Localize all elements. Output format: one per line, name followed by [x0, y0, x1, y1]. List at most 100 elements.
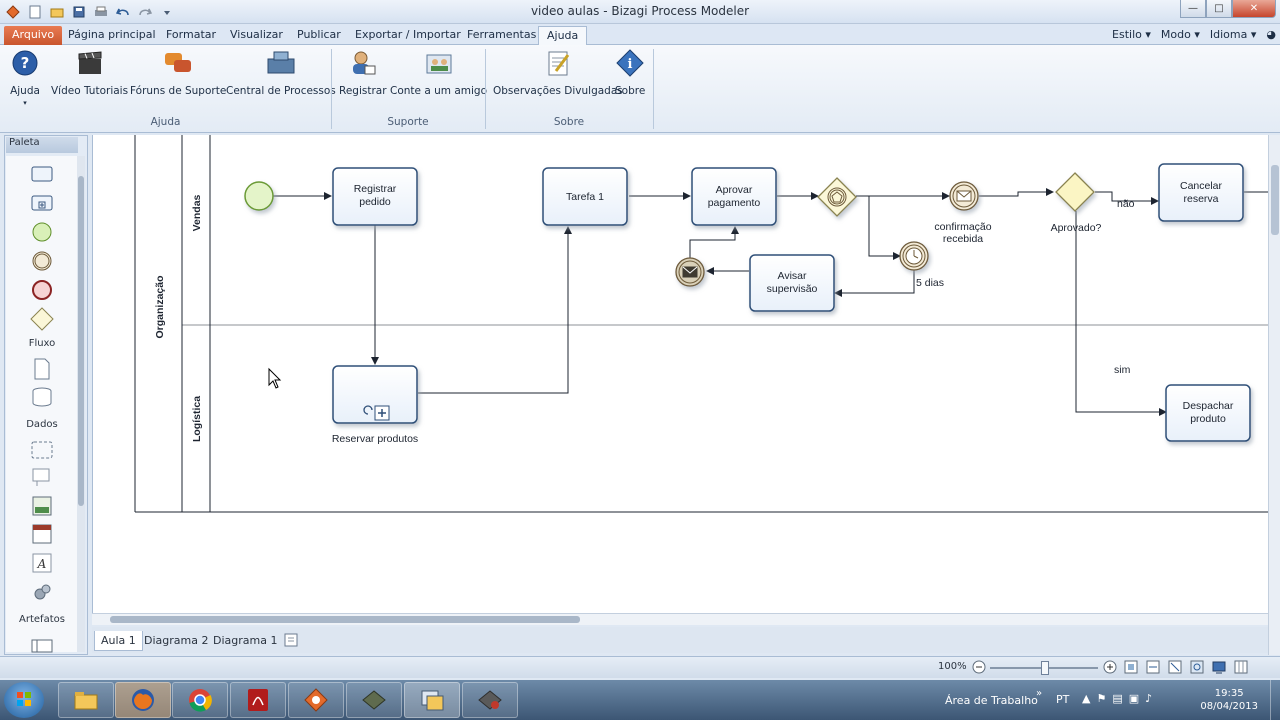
system-clock[interactable]: 19:35 08/04/2013	[1200, 687, 1258, 713]
show-desktop-button[interactable]	[1270, 680, 1280, 720]
start-event[interactable]	[244, 181, 274, 211]
toolbar-expand-icon[interactable]: »	[1036, 688, 1042, 699]
swimlane-shape-icon[interactable]	[30, 634, 54, 658]
svg-text:A: A	[37, 557, 47, 571]
tell-friend-button[interactable]: Conte a um amigo	[390, 49, 487, 97]
lane-label-vendas: Vendas	[191, 194, 203, 231]
language-indicator[interactable]: PT	[1056, 693, 1069, 706]
timer-event[interactable]: 5 dias	[899, 241, 944, 289]
subprocess-shape-icon[interactable]	[30, 191, 54, 215]
help-button[interactable]: ? Ajuda ▾	[10, 49, 40, 107]
tab-pagina-principal[interactable]: Página principal	[60, 26, 164, 45]
release-notes-button[interactable]: Observações Divulgadas	[493, 49, 623, 97]
tab-diagrama-1[interactable]: Diagrama 1	[207, 631, 283, 651]
canvas-horizontal-scrollbar[interactable]	[92, 613, 1268, 625]
tab-formatar[interactable]: Formatar	[158, 26, 224, 45]
windows-taskbar: Área de Trabalho » PT ▲ ⚑ ▤ ▣ ♪ 19:35 08…	[0, 680, 1280, 720]
tray-arrow-icon[interactable]: ▲	[1082, 692, 1090, 705]
zoom-selection-icon[interactable]	[1190, 660, 1204, 674]
annotation-shape-icon[interactable]	[30, 465, 54, 489]
diagram-canvas[interactable]: Organização Vendas Logística Registrar p…	[92, 135, 1268, 613]
start-event-icon[interactable]	[30, 220, 54, 244]
process-central-button[interactable]: Central de Processos	[226, 49, 336, 97]
task-shape-icon[interactable]	[30, 162, 54, 186]
zoom-in-icon[interactable]	[1103, 660, 1117, 677]
flow-message-aprovar[interactable]	[689, 226, 739, 258]
zoom-slider-thumb[interactable]	[1041, 661, 1049, 675]
intermediate-event-icon[interactable]	[30, 249, 54, 273]
about-button[interactable]: i Sobre	[615, 49, 645, 97]
image-shape-icon[interactable]	[30, 494, 54, 518]
tab-arquivo[interactable]: Arquivo	[4, 26, 63, 45]
gateway-shape-icon[interactable]	[30, 307, 54, 331]
flow-reservar-tarefa1[interactable]	[418, 226, 572, 394]
idioma-menu[interactable]: Idioma ▾	[1210, 28, 1257, 41]
chrome-taskbar-button[interactable]	[172, 682, 228, 718]
tab-publicar[interactable]: Publicar	[289, 26, 349, 45]
fit-width-icon[interactable]	[1146, 660, 1160, 674]
maximize-button[interactable]: □	[1206, 0, 1232, 18]
exclusive-gateway-aprovado[interactable]: Aprovado?	[1051, 172, 1102, 234]
data-object-icon[interactable]	[30, 357, 54, 381]
start-button[interactable]	[4, 682, 44, 718]
video-tutorials-button[interactable]: Vídeo Tutoriais	[51, 49, 128, 97]
active-window-taskbar-button[interactable]	[404, 682, 460, 718]
tab-ajuda[interactable]: Ajuda	[538, 26, 588, 45]
bizagi-taskbar-button[interactable]	[288, 682, 344, 718]
acrobat-taskbar-button[interactable]	[230, 682, 286, 718]
flag-icon[interactable]: ⚑	[1096, 692, 1106, 705]
group-shape-icon[interactable]	[30, 438, 54, 462]
data-store-icon[interactable]	[30, 385, 54, 409]
window-title: video aulas - Bizagi Process Modeler	[530, 4, 750, 18]
zoom-out-icon[interactable]	[972, 660, 986, 677]
flow-timer-avisar[interactable]	[834, 270, 915, 297]
task-cancelar-reserva[interactable]: Cancelar reserva	[1158, 163, 1244, 222]
minimize-button[interactable]: —	[1180, 0, 1206, 18]
screen-view-icon[interactable]	[1212, 660, 1226, 674]
task-avisar-supervisao[interactable]: Avisar supervisão	[749, 254, 835, 312]
network-icon[interactable]: ▤	[1112, 692, 1122, 705]
support-forums-button[interactable]: Fóruns de Suporte	[130, 49, 226, 97]
new-diagram-icon[interactable]	[284, 633, 298, 650]
fit-page-icon[interactable]	[1124, 660, 1138, 674]
view-controls	[1124, 660, 1248, 674]
event-based-gateway[interactable]	[817, 177, 857, 217]
message-throw-event[interactable]	[675, 257, 705, 287]
monitor-icon[interactable]: ▣	[1129, 692, 1139, 705]
volume-icon[interactable]: ♪	[1145, 692, 1152, 705]
tab-exportar-importar[interactable]: Exportar / Importar	[347, 26, 469, 45]
text-shape-icon[interactable]: A	[30, 551, 54, 575]
palette-scrollbar[interactable]	[77, 156, 85, 652]
task-aprovar-pagamento[interactable]: Aprovar pagamento	[691, 167, 777, 226]
tab-diagrama-2[interactable]: Diagrama 2	[138, 631, 214, 651]
other-app-taskbar-button[interactable]	[462, 682, 518, 718]
task-tarefa-1[interactable]: Tarefa 1	[542, 167, 628, 226]
end-event-icon[interactable]	[30, 278, 54, 302]
register-button[interactable]: Registrar	[339, 49, 387, 97]
tab-visualizar[interactable]: Visualizar	[222, 26, 291, 45]
tab-aula-1[interactable]: Aula 1	[94, 631, 143, 651]
app-taskbar-button[interactable]	[346, 682, 402, 718]
explorer-taskbar-button[interactable]	[58, 682, 114, 718]
grid-view-icon[interactable]	[1234, 660, 1248, 674]
help-small-icon[interactable]: ◕	[1266, 28, 1276, 41]
task-despachar-produto[interactable]: Despachar produto	[1165, 384, 1251, 442]
message-event-confirmacao[interactable]: confirmação recebida	[934, 181, 992, 245]
pdf-reader-icon	[248, 689, 268, 711]
firefox-taskbar-button[interactable]	[115, 682, 171, 718]
artifact-gear-icon[interactable]	[30, 580, 54, 604]
modo-menu[interactable]: Modo ▾	[1161, 28, 1200, 41]
flow-gateway-timer[interactable]	[856, 195, 901, 260]
desktop-toolbar-label[interactable]: Área de Trabalho	[945, 694, 1038, 707]
tab-ferramentas[interactable]: Ferramentas	[459, 26, 544, 45]
close-button[interactable]: ✕	[1232, 0, 1276, 18]
subprocess-reservar-produtos[interactable]: Reservar produtos	[332, 365, 418, 445]
estilo-menu[interactable]: Estilo ▾	[1112, 28, 1151, 41]
header-shape-icon[interactable]	[30, 522, 54, 546]
actual-size-icon[interactable]	[1168, 660, 1182, 674]
flow-confirmacao-gateway2[interactable]	[979, 188, 1054, 197]
canvas-vertical-scrollbar[interactable]	[1268, 135, 1280, 655]
flow-sim-despachar[interactable]	[1075, 211, 1167, 416]
ribbon-tabs: Arquivo Página principal Formatar Visual…	[0, 24, 1280, 45]
task-registrar-pedido[interactable]: Registrar pedido	[332, 167, 418, 226]
